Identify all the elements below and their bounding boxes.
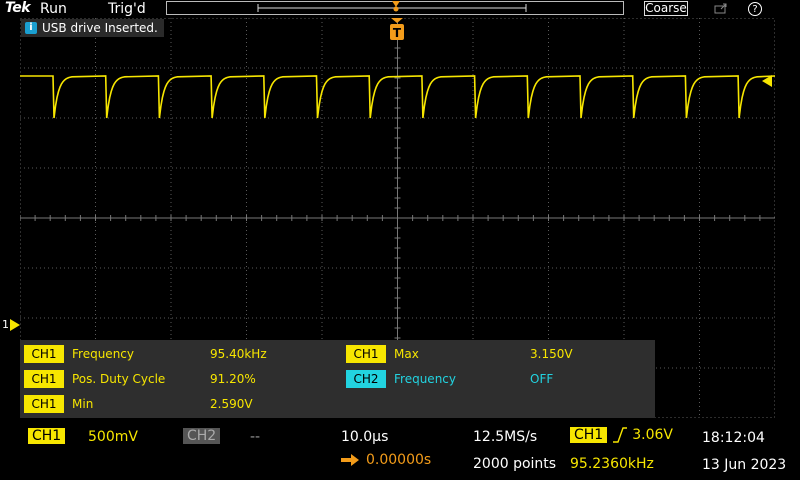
measurement-value: 91.20% — [210, 372, 256, 386]
record-length[interactable]: 2000 points — [473, 456, 556, 472]
measurement-name: Min — [72, 397, 94, 411]
measurement-value: 3.150V — [530, 347, 573, 361]
ch1-marker-label: 1 — [2, 318, 9, 331]
horizontal-position-arrow-icon — [341, 454, 359, 466]
horizontal-position-value: 0.00000s — [366, 452, 432, 468]
trigger-position-readout[interactable]: 0.00000s — [341, 452, 431, 468]
notification-text: USB drive Inserted. — [42, 21, 158, 35]
measurement-channel-badge: CH1 — [24, 395, 64, 413]
ch1-indicator[interactable]: CH1 — [28, 428, 66, 444]
measurement-name: Frequency — [394, 372, 456, 386]
measurement-row[interactable]: CH1 Min — [24, 393, 93, 415]
horizontal-scale[interactable]: 10.0µs — [341, 429, 388, 445]
coarse-button[interactable]: Coarse — [644, 1, 688, 16]
measurement-row[interactable]: CH1 Pos. Duty Cycle — [24, 368, 165, 390]
measurement-channel-badge: CH1 — [24, 345, 64, 363]
ch1-label: CH1 — [28, 428, 66, 444]
measurement-name: Max — [394, 347, 419, 361]
trigger-level: 3.06V — [632, 427, 673, 443]
trigger-state: Trig'd — [108, 1, 146, 17]
clock-date: 13 Jun 2023 — [702, 457, 787, 473]
rising-edge-icon — [613, 427, 628, 443]
ch2-vertical-scale[interactable]: -- — [250, 429, 260, 445]
export-icon[interactable] — [714, 2, 728, 14]
acquisition-run-state[interactable]: Run — [40, 1, 67, 17]
ch1-ground-marker[interactable] — [10, 319, 20, 331]
sample-rate: 12.5MS/s — [473, 429, 538, 445]
measurement-panel: CH1 Frequency 95.40kHz CH1 Pos. Duty Cyc… — [20, 340, 655, 418]
measurement-row[interactable]: CH2 Frequency — [346, 368, 456, 390]
measurement-name: Frequency — [72, 347, 134, 361]
measurement-channel-badge: CH1 — [24, 370, 64, 388]
measurement-name: Pos. Duty Cycle — [72, 372, 166, 386]
measurement-value: 95.40kHz — [210, 347, 267, 361]
info-icon: i — [25, 22, 37, 34]
clock-time: 18:12:04 — [702, 430, 765, 446]
measurement-channel-badge: CH1 — [346, 345, 386, 363]
measurement-channel-badge: CH2 — [346, 370, 386, 388]
brand-logo: Tek — [5, 0, 31, 16]
trigger-source: CH1 — [570, 427, 608, 443]
trigger-frequency: 95.2360kHz — [570, 456, 654, 472]
record-view-bar[interactable] — [166, 1, 624, 15]
measurement-row[interactable]: CH1 Max — [346, 343, 419, 365]
measurement-value: 2.590V — [210, 397, 253, 411]
measurement-value: OFF — [530, 372, 554, 386]
ch2-indicator[interactable]: CH2 — [183, 428, 221, 444]
ch1-vertical-scale[interactable]: 500mV — [88, 429, 138, 445]
trigger-position-marker[interactable]: T — [388, 18, 406, 42]
ch2-label: CH2 — [183, 428, 221, 444]
measurement-row[interactable]: CH1 Frequency — [24, 343, 134, 365]
svg-text:T: T — [393, 26, 402, 40]
usb-notification[interactable]: i USB drive Inserted. — [21, 19, 164, 37]
trigger-readout[interactable]: CH1 3.06V — [570, 427, 673, 443]
record-window-indicator — [257, 1, 527, 12]
trigger-level-marker[interactable] — [760, 75, 772, 87]
help-icon[interactable]: ? — [748, 2, 762, 16]
